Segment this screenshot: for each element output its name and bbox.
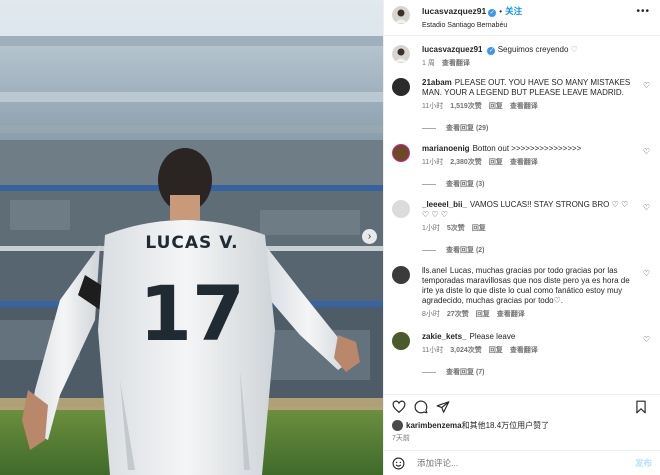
reply-button[interactable]: 回复 [472, 225, 486, 232]
comment-text: Lucas, muchas gracias por todo gracias p… [422, 266, 630, 305]
commenter-username[interactable]: _leeeel_bii_ [422, 200, 467, 209]
post-comment-button[interactable]: 发布 [635, 457, 652, 469]
action-bar [384, 394, 660, 416]
emoji-icon[interactable] [392, 457, 405, 470]
comment: _leeeel_bii_ VAMOS LUCAS!! STAY STRONG BR… [392, 200, 650, 234]
comment-time: 11小时 [422, 159, 444, 166]
comment-text: Botton out >>>>>>>>>>>>>>> [472, 144, 582, 153]
comment-time: 11小时 [422, 103, 444, 110]
commenter-avatar[interactable] [392, 332, 410, 350]
reply-button[interactable]: 回复 [489, 347, 503, 354]
caption-text: Seguimos creyendo [497, 45, 569, 54]
chevron-right-icon: › [367, 230, 372, 242]
comment: lls.anel Lucas, muchas gracias por todo g… [392, 266, 650, 320]
reply-button[interactable]: 回复 [489, 103, 503, 110]
reply-button[interactable]: 回复 [476, 311, 490, 318]
commenter-username[interactable]: marianoenig [422, 144, 470, 153]
commenter-avatar[interactable] [392, 266, 410, 284]
verified-icon: ✓ [487, 47, 496, 55]
reply-button[interactable]: 回复 [489, 159, 503, 166]
caption-time: 1 周 [422, 60, 435, 67]
caption: lucasvazquez91 ✓ Seguimos creyendo ♡ 1 周查… [392, 45, 650, 69]
comment-likes[interactable]: 5次赞 [447, 225, 465, 232]
comment-input[interactable] [417, 458, 635, 468]
comment-text: PLEASE OUT. YOU HAVE SO MANY MISTAKES MA… [422, 78, 631, 97]
commenter-username[interactable]: lls.anel [422, 266, 447, 275]
view-replies-label: 查看回复 (7) [446, 369, 485, 376]
comment-time: 11小时 [422, 347, 444, 354]
share-icon[interactable] [436, 400, 450, 414]
comment: 21abam PLEASE OUT. YOU HAVE SO MANY MISTA… [392, 78, 650, 112]
view-replies-button[interactable]: 查看回复 (2) [422, 245, 650, 255]
commenter-avatar[interactable] [392, 78, 410, 96]
post-header: lucasvazquez91 ✓ • 关注 Estadio Santiago Bern… [384, 0, 660, 36]
next-photo-button[interactable]: › [362, 229, 377, 244]
separator-dot: • [499, 7, 503, 16]
stadium-photo: LUCAS V. 17 [0, 0, 383, 475]
bookmark-icon[interactable] [634, 400, 648, 414]
comment-icon[interactable] [414, 400, 428, 414]
comment-time: 1小时 [422, 225, 440, 232]
follow-button[interactable]: 关注 [505, 6, 522, 16]
heart-icon[interactable]: ♡ [643, 335, 650, 344]
verified-icon: ✓ [488, 9, 497, 17]
heart-icon[interactable]: ♡ [643, 269, 650, 278]
view-replies-label: 查看回复 (2) [446, 247, 485, 254]
heart-icon[interactable]: ♡ [643, 81, 650, 90]
author-username[interactable]: lucasvazquez91 [422, 6, 486, 16]
view-replies-button[interactable]: 查看回复 (3) [422, 179, 650, 189]
heart-emoji-icon: ♡ [570, 45, 578, 54]
jersey-name: LUCAS V. [145, 233, 238, 253]
see-translation-link[interactable]: 查看翻译 [510, 347, 538, 354]
see-translation-link[interactable]: 查看翻译 [510, 103, 538, 110]
author-avatar[interactable] [392, 45, 410, 63]
commenter-avatar[interactable] [392, 144, 410, 162]
comment-time: 8小时 [422, 311, 440, 318]
heart-icon[interactable]: ♡ [643, 203, 650, 212]
jersey-number: 17 [139, 269, 245, 358]
heart-icon[interactable] [392, 400, 406, 414]
location-link[interactable]: Estadio Santiago Bernabéu [422, 20, 522, 31]
likes-summary[interactable]: karimbenzema 和其他18.4万位用户赞了 [392, 420, 549, 431]
commenter-username[interactable]: zakie_kets_ [422, 332, 466, 341]
side-panel: lucasvazquez91 ✓ • 关注 Estadio Santiago Bern… [383, 0, 660, 475]
view-replies-button[interactable]: 查看回复 (7) [422, 367, 650, 377]
comments-list[interactable]: lucasvazquez91 ✓ Seguimos creyendo ♡ 1 周查… [384, 45, 660, 390]
liker-avatar [392, 420, 403, 431]
see-translation-link[interactable]: 查看翻译 [497, 311, 525, 318]
view-replies-label: 查看回复 (3) [446, 181, 485, 188]
comment: zakie_kets_ Please leave 11小时 3,024次赞 回复 查看翻… [392, 332, 650, 356]
comment-likes[interactable]: 3,024次赞 [450, 347, 482, 354]
more-icon[interactable]: ••• [636, 6, 650, 17]
post-viewer: LUCAS V. 17 › lucasvazquez91 ✓ • 关注 Estadio… [0, 0, 660, 475]
caption-username[interactable]: lucasvazquez91 [422, 45, 482, 54]
add-comment-bar: 发布 [384, 450, 660, 475]
commenter-avatar[interactable] [392, 200, 410, 218]
liker-username[interactable]: karimbenzema [406, 421, 462, 430]
comment: marianoenig Botton out >>>>>>>>>>>>>>> 11… [392, 144, 650, 168]
commenter-username[interactable]: 21abam [422, 78, 452, 87]
view-replies-label: 查看回复 (29) [446, 125, 489, 132]
author-avatar[interactable] [392, 6, 410, 24]
see-translation-link[interactable]: 查看翻译 [442, 60, 470, 67]
comment-likes[interactable]: 2,380次赞 [450, 159, 482, 166]
view-replies-button[interactable]: 查看回复 (29) [422, 123, 650, 133]
post-photo: LUCAS V. 17 › [0, 0, 383, 475]
comment-text: Please leave [469, 332, 516, 341]
post-age: 7天前 [392, 435, 410, 442]
comment-likes[interactable]: 1,519次赞 [450, 103, 482, 110]
heart-icon[interactable]: ♡ [643, 147, 650, 156]
see-translation-link[interactable]: 查看翻译 [510, 159, 538, 166]
likes-count[interactable]: 和其他18.4万位用户赞了 [462, 420, 550, 431]
comment-likes[interactable]: 27次赞 [447, 311, 469, 318]
